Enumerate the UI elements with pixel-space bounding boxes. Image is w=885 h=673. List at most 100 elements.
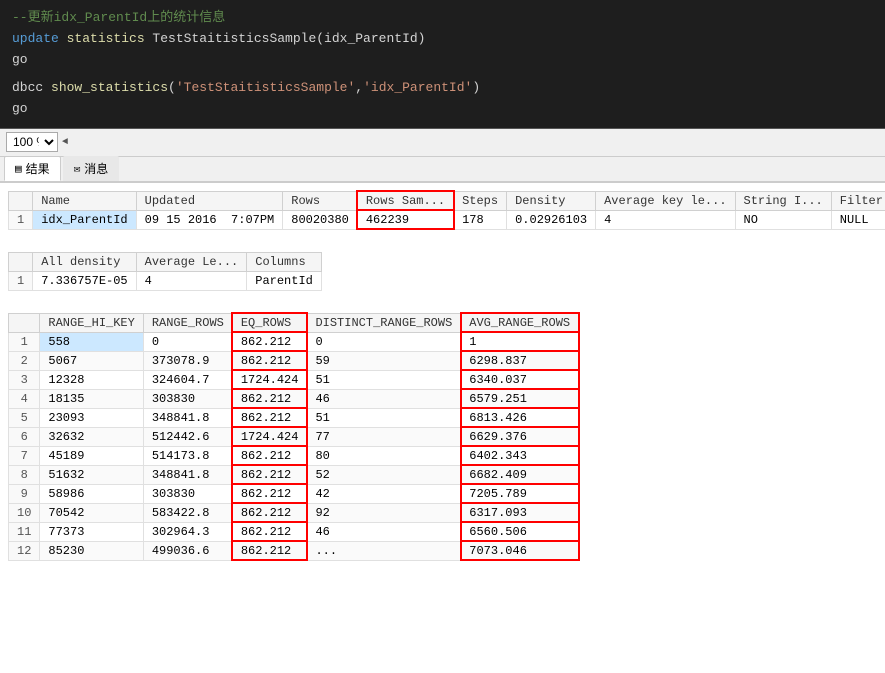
table3-cell-eqrows: 1724.424 bbox=[232, 427, 307, 446]
table3-cell-rownum: 10 bbox=[9, 503, 40, 522]
table3-col-avgrangerows: AVG_RANGE_ROWS bbox=[461, 313, 579, 332]
table3-cell-rownum: 6 bbox=[9, 427, 40, 446]
table3-cell-eqrows: 862.212 bbox=[232, 389, 307, 408]
table1-col-name: Name bbox=[33, 191, 136, 210]
table3-cell-rownum: 8 bbox=[9, 465, 40, 484]
table-row: 418135303830862.212466579.251 bbox=[9, 389, 579, 408]
table1: Name Updated Rows Rows Sam... Steps Dens… bbox=[8, 191, 885, 230]
divider2 bbox=[0, 299, 885, 309]
table3-cell-rownum: 1 bbox=[9, 332, 40, 351]
spacer bbox=[12, 70, 873, 78]
table1-col-density: Density bbox=[507, 191, 596, 210]
table2-col-rownum bbox=[9, 252, 33, 271]
table1-cell-avgkeylen: 4 bbox=[596, 210, 735, 229]
tabs-bar: ▤ 结果 ✉ 消息 bbox=[0, 157, 885, 183]
zoom-select[interactable]: 100 % 75 % 150 % bbox=[6, 132, 58, 152]
table3-cell-distinctrangerows: 46 bbox=[307, 389, 461, 408]
table1-header-row: Name Updated Rows Rows Sam... Steps Dens… bbox=[9, 191, 885, 210]
table3-cell-distinctrangerows: 92 bbox=[307, 503, 461, 522]
table3-wrapper: RANGE_HI_KEY RANGE_ROWS EQ_ROWS DISTINCT… bbox=[0, 309, 885, 569]
table3-cell-eqrows: 862.212 bbox=[232, 351, 307, 370]
table3-cell-distinctrangerows: 51 bbox=[307, 370, 461, 389]
table3-cell-avgrangerows: 6317.093 bbox=[461, 503, 579, 522]
table2-cell-rownum: 1 bbox=[9, 271, 33, 290]
table3-cell-eqrows: 862.212 bbox=[232, 522, 307, 541]
table3-cell-avgrangerows: 7205.789 bbox=[461, 484, 579, 503]
table3-cell-avgrangerows: 6298.837 bbox=[461, 351, 579, 370]
table3-cell-distinctrangerows: 42 bbox=[307, 484, 461, 503]
table-row: 1 idx_ParentId 09 15 2016 7:07PM 8002038… bbox=[9, 210, 885, 229]
table3-cell-rownum: 4 bbox=[9, 389, 40, 408]
table1-cell-filter: NULL bbox=[831, 210, 885, 229]
scroll-left-arrow[interactable]: ◄ bbox=[62, 137, 68, 148]
table3-cell-eqrows: 1724.424 bbox=[232, 370, 307, 389]
table2-col-avglen: Average Le... bbox=[136, 252, 247, 271]
table3-cell-rangerows: 303830 bbox=[143, 389, 232, 408]
table3-cell-rangehikey: 558 bbox=[40, 332, 143, 351]
table3-cell-rangehikey: 5067 bbox=[40, 351, 143, 370]
tab-results[interactable]: ▤ 结果 bbox=[4, 156, 61, 181]
table3-col-rownum bbox=[9, 313, 40, 332]
code-line-go2: go bbox=[12, 99, 873, 120]
table-row: 1 7.336757E-05 4 ParentId bbox=[9, 271, 322, 290]
table-row: 25067373078.9862.212596298.837 bbox=[9, 351, 579, 370]
table1-cell-steps: 178 bbox=[454, 210, 507, 229]
table3-cell-rangehikey: 18135 bbox=[40, 389, 143, 408]
table3-cell-avgrangerows: 6579.251 bbox=[461, 389, 579, 408]
table3-cell-distinctrangerows: 0 bbox=[307, 332, 461, 351]
table3-cell-rangehikey: 70542 bbox=[40, 503, 143, 522]
code-comment-line: --更新idx_ParentId上的统计信息 bbox=[12, 8, 873, 29]
table2-cell-alldensity: 7.336757E-05 bbox=[33, 271, 136, 290]
table2: All density Average Le... Columns 1 7.33… bbox=[8, 252, 322, 291]
table2-header-row: All density Average Le... Columns bbox=[9, 252, 322, 271]
table3-col-rangerows: RANGE_ROWS bbox=[143, 313, 232, 332]
table3-cell-rangerows: 348841.8 bbox=[143, 408, 232, 427]
table-row: 851632348841.8862.212526682.409 bbox=[9, 465, 579, 484]
table3-cell-rangehikey: 85230 bbox=[40, 541, 143, 560]
table1-cell-name: idx_ParentId bbox=[33, 210, 136, 229]
table1-col-rownum bbox=[9, 191, 33, 210]
table2-wrapper: All density Average Le... Columns 1 7.33… bbox=[0, 248, 885, 299]
table3-cell-distinctrangerows: ... bbox=[307, 541, 461, 560]
table3-cell-distinctrangerows: 46 bbox=[307, 522, 461, 541]
code-editor: --更新idx_ParentId上的统计信息 update statistics… bbox=[0, 0, 885, 129]
table2-cell-avglen: 4 bbox=[136, 271, 247, 290]
table1-col-rows: Rows bbox=[283, 191, 358, 210]
table1-cell-rows: 80020380 bbox=[283, 210, 358, 229]
tab-messages[interactable]: ✉ 消息 bbox=[63, 156, 120, 181]
table3-cell-eqrows: 862.212 bbox=[232, 484, 307, 503]
code-line-dbcc: dbcc show_statistics('TestStaitisticsSam… bbox=[12, 78, 873, 99]
table3-cell-rangehikey: 58986 bbox=[40, 484, 143, 503]
table3-cell-avgrangerows: 7073.046 bbox=[461, 541, 579, 560]
table3-cell-rangehikey: 51632 bbox=[40, 465, 143, 484]
table3-cell-rownum: 3 bbox=[9, 370, 40, 389]
table1-cell-stringindex: NO bbox=[735, 210, 831, 229]
table3-cell-avgrangerows: 6629.376 bbox=[461, 427, 579, 446]
table3-cell-rangerows: 499036.6 bbox=[143, 541, 232, 560]
table-row: 1070542583422.8862.212926317.093 bbox=[9, 503, 579, 522]
table3-cell-rangehikey: 77373 bbox=[40, 522, 143, 541]
table3-cell-rownum: 5 bbox=[9, 408, 40, 427]
table3-cell-distinctrangerows: 52 bbox=[307, 465, 461, 484]
table3-cell-eqrows: 862.212 bbox=[232, 541, 307, 560]
table3-cell-avgrangerows: 1 bbox=[461, 332, 579, 351]
tab-results-label: 结果 bbox=[26, 160, 50, 177]
results-icon: ▤ bbox=[15, 162, 22, 176]
table3-cell-rangerows: 583422.8 bbox=[143, 503, 232, 522]
table1-cell-updated: 09 15 2016 7:07PM bbox=[136, 210, 283, 229]
table1-col-rowssam: Rows Sam... bbox=[357, 191, 453, 210]
comment-text: --更新idx_ParentId上的统计信息 bbox=[12, 10, 225, 25]
table3-col-rangehikey: RANGE_HI_KEY bbox=[40, 313, 143, 332]
table-row: 745189514173.8862.212806402.343 bbox=[9, 446, 579, 465]
table3-cell-rangerows: 303830 bbox=[143, 484, 232, 503]
table1-col-avgkeylen: Average key le... bbox=[596, 191, 735, 210]
table3-cell-eqrows: 862.212 bbox=[232, 446, 307, 465]
table3-cell-avgrangerows: 6560.506 bbox=[461, 522, 579, 541]
table3-cell-rownum: 7 bbox=[9, 446, 40, 465]
table3-cell-distinctrangerows: 77 bbox=[307, 427, 461, 446]
table3-cell-rownum: 9 bbox=[9, 484, 40, 503]
table3-cell-eqrows: 862.212 bbox=[232, 465, 307, 484]
table1-cell-rownum: 1 bbox=[9, 210, 33, 229]
table-row: 1177373302964.3862.212466560.506 bbox=[9, 522, 579, 541]
messages-icon: ✉ bbox=[74, 162, 81, 176]
